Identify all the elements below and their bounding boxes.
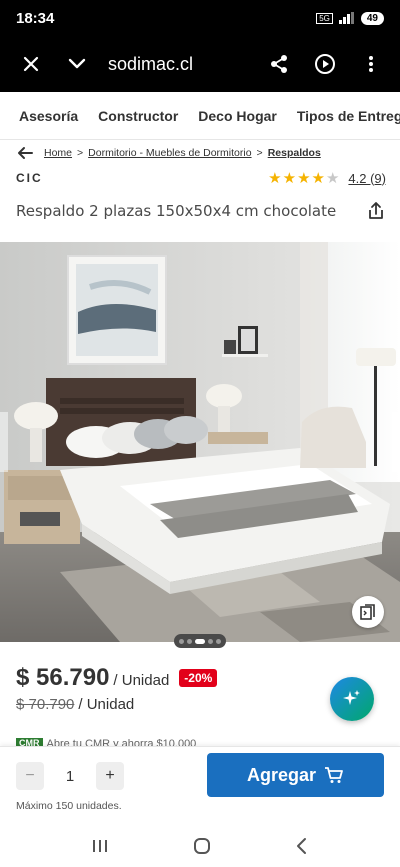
- share-upload-icon[interactable]: [366, 201, 386, 221]
- rating-stars: ★★★★★: [268, 170, 341, 187]
- status-time: 18:34: [16, 9, 55, 27]
- brand-rating-row: CIC ★★★★★ 4.2 (9): [16, 168, 386, 188]
- cmr-badge: CMR: [16, 738, 43, 746]
- chevron-down-icon: [68, 58, 86, 69]
- breadcrumb-respaldos[interactable]: Respaldos: [268, 147, 321, 159]
- save-collection-icon: [360, 604, 375, 620]
- product-rating[interactable]: ★★★★★ 4.2 (9): [268, 169, 386, 187]
- quantity-decrement-button[interactable]: −: [16, 762, 44, 790]
- old-price-row: $ 70.790 / Unidad: [16, 696, 134, 713]
- save-to-collection-button[interactable]: [352, 596, 384, 628]
- breadcrumb-separator: >: [256, 147, 263, 159]
- network-indicator: 5G: [316, 12, 333, 24]
- product-image-gallery[interactable]: [0, 242, 400, 642]
- status-bar: 18:34 5G 49: [0, 0, 400, 36]
- breadcrumb-dormitorio[interactable]: Dormitorio - Muebles de Dormitorio: [88, 147, 251, 159]
- breadcrumb: Home > Dormitorio - Muebles de Dormitori…: [16, 143, 390, 163]
- price-unit: / Unidad: [113, 672, 170, 689]
- home-icon[interactable]: [192, 836, 212, 856]
- play-button[interactable]: [302, 36, 348, 92]
- recents-icon[interactable]: [91, 838, 109, 854]
- old-price: $ 70.790: [16, 696, 75, 713]
- breadcrumb-separator: >: [77, 147, 84, 159]
- url-display[interactable]: sodimac.cl: [108, 54, 256, 75]
- back-arrow-icon[interactable]: [16, 146, 34, 160]
- share-button[interactable]: [256, 36, 302, 92]
- gallery-dot[interactable]: [179, 638, 184, 644]
- rating-text[interactable]: 4.2 (9): [348, 171, 386, 186]
- product-title: Respaldo 2 plazas 150x50x4 cm chocolate: [16, 202, 337, 220]
- product-brand[interactable]: CIC: [16, 171, 43, 185]
- more-vert-icon: [369, 56, 373, 72]
- close-icon: [23, 56, 39, 72]
- play-circle-icon: [315, 54, 335, 74]
- price-row: $ 56.790 / Unidad -20%: [16, 664, 218, 694]
- nav-tab-asesoria[interactable]: Asesoría: [0, 108, 88, 124]
- max-quantity-note: Máximo 150 unidades.: [16, 800, 122, 812]
- nav-tab-constructor[interactable]: Constructor: [88, 108, 188, 124]
- gallery-dot-active[interactable]: [195, 638, 205, 644]
- add-to-cart-button[interactable]: Agregar: [207, 753, 384, 797]
- gallery-dot[interactable]: [187, 638, 192, 644]
- gallery-pagination: [174, 634, 226, 648]
- product-title-row: Respaldo 2 plazas 150x50x4 cm chocolate: [16, 196, 386, 226]
- browser-toolbar: sodimac.cl: [0, 36, 400, 92]
- old-price-unit: / Unidad: [78, 696, 135, 713]
- overflow-menu-button[interactable]: [348, 36, 394, 92]
- discount-badge: -20%: [179, 669, 218, 687]
- ai-assistant-button[interactable]: [330, 677, 374, 721]
- close-tab-button[interactable]: [8, 36, 54, 92]
- cart-icon: [325, 767, 343, 783]
- add-to-cart-label: Agregar: [246, 764, 317, 785]
- signal-icon: [338, 12, 354, 24]
- current-price: $ 56.790: [16, 664, 110, 691]
- category-nav: Asesoría Constructor Deco Hogar Tipos de…: [0, 92, 400, 140]
- cmr-promo[interactable]: CMR Abre tu CMR y ahorra $10.000: [16, 738, 386, 746]
- battery-indicator: 49: [360, 11, 384, 25]
- sparkle-icon: [343, 690, 360, 705]
- product-image: [0, 242, 400, 642]
- gallery-dot[interactable]: [208, 638, 213, 644]
- tab-menu-button[interactable]: [54, 36, 100, 92]
- nav-tab-deco-hogar[interactable]: Deco Hogar: [188, 108, 287, 124]
- nav-tab-tipos-de-entrega[interactable]: Tipos de Entrega: [287, 108, 400, 124]
- system-navigation-bar: [0, 824, 400, 867]
- breadcrumb-home[interactable]: Home: [44, 147, 72, 159]
- gallery-dot[interactable]: [216, 638, 221, 644]
- share-icon: [271, 55, 287, 73]
- status-icons: 5G 49: [316, 11, 384, 25]
- purchase-bar: − 1 + Agregar Máximo 150 unidades.: [0, 746, 400, 824]
- back-icon[interactable]: [295, 837, 309, 855]
- cmr-promo-text: Abre tu CMR y ahorra $10.000: [46, 738, 197, 746]
- quantity-increment-button[interactable]: +: [96, 762, 124, 790]
- quantity-input[interactable]: 1: [56, 762, 84, 790]
